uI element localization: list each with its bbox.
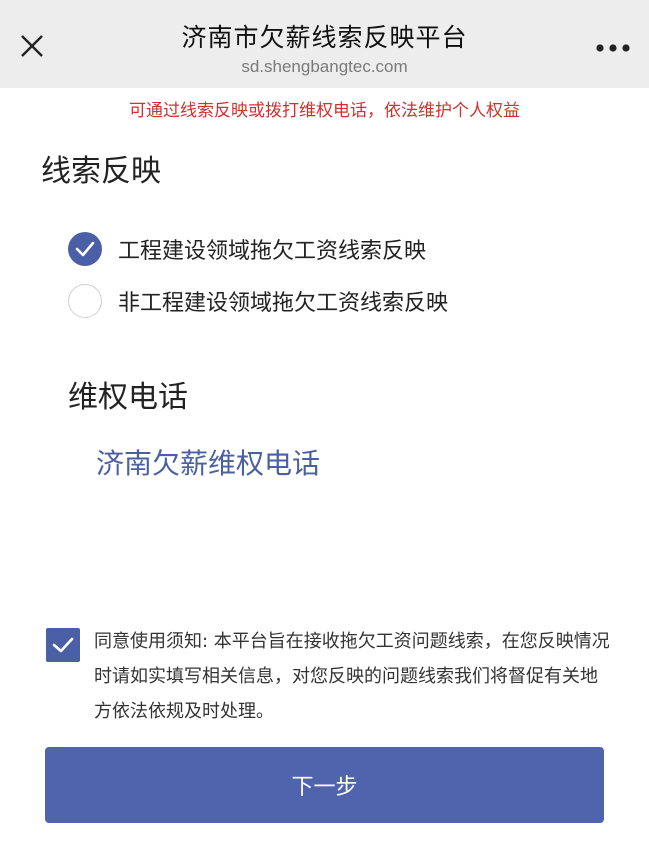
notice-text: 可通过线索反映或拨打维权电话，依法维护个人权益 (129, 101, 520, 121)
hotline-link[interactable]: 济南欠薪维权电话 (96, 442, 320, 482)
agreement-checkbox[interactable] (46, 628, 80, 662)
radio-checked (68, 232, 102, 266)
option-construction[interactable]: 工程建设领域拖欠工资线索反映 (68, 231, 426, 267)
option-non-construction[interactable]: 非工程建设领域拖欠工资线索反映 (68, 283, 448, 319)
top-bar: 济南市欠薪线索反映平台 sd.shengbangtec.com (0, 0, 649, 88)
check-icon (52, 637, 74, 653)
more-options-button[interactable] (591, 30, 635, 66)
page-domain: sd.shengbangtec.com (241, 57, 408, 76)
option-label: 工程建设领域拖欠工资线索反映 (118, 239, 427, 264)
page-title: 济南市欠薪线索反映平台 (181, 23, 468, 52)
agreement-text: 同意使用须知: 本平台旨在接收拖欠工资问题线索，在您反映情况时请如实填写相关信息… (94, 631, 610, 722)
option-label: 非工程建设领域拖欠工资线索反映 (118, 291, 449, 316)
section-title-hotline: 维权电话 (68, 380, 188, 415)
radio-unchecked (68, 284, 102, 318)
section-title-report: 线索反映 (41, 154, 161, 189)
check-icon (75, 241, 95, 257)
next-step-button[interactable]: 下一步 (45, 747, 604, 823)
more-dots-icon (596, 44, 630, 52)
